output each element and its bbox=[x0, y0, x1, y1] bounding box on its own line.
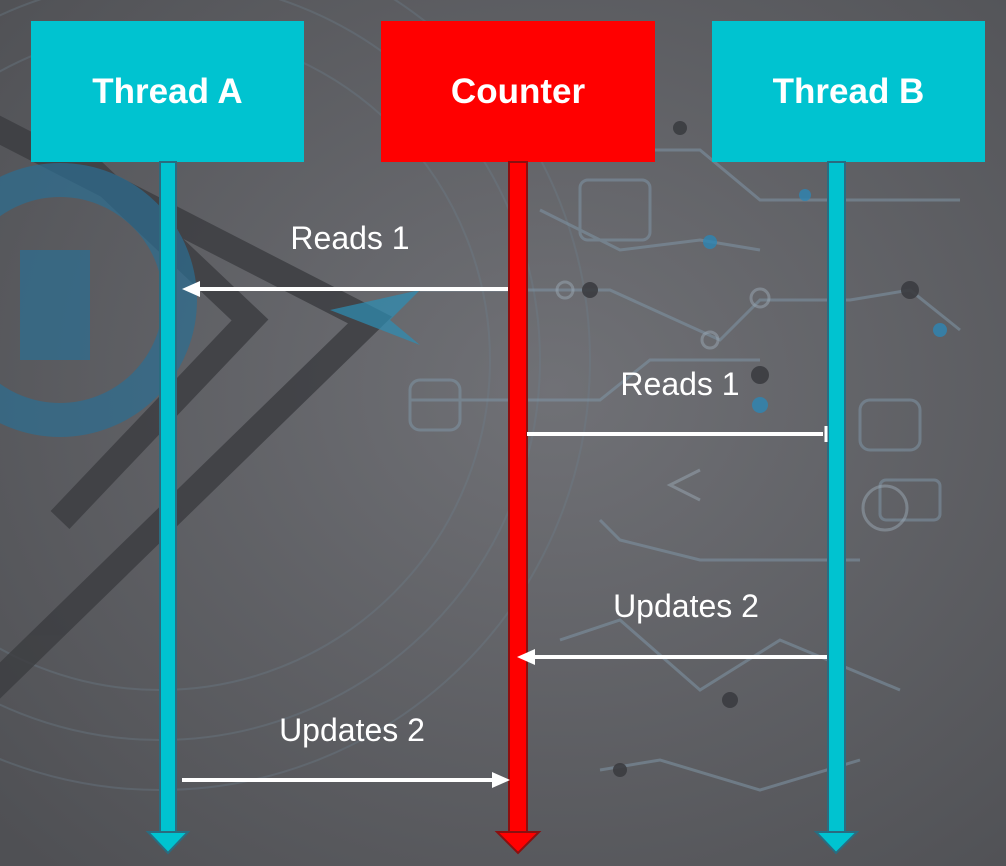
message-arrow-reads-to-thread-a bbox=[182, 281, 508, 297]
thread-b-lifeline-arrowhead bbox=[813, 831, 860, 855]
message-label-reads-to-thread-b: Reads 1 bbox=[620, 366, 740, 402]
thread-a-lifeline bbox=[145, 161, 191, 855]
counter-lifeline-arrowhead bbox=[494, 831, 542, 855]
thread-b-header-label: Thread B bbox=[772, 71, 925, 111]
thread-a-header-label: Thread A bbox=[92, 71, 243, 111]
message-arrow-reads-to-thread-b bbox=[527, 426, 828, 442]
sequence-diagram: Thread A Counter Thread B Reads 1 Reads … bbox=[0, 0, 1006, 866]
message-label-reads-to-thread-a: Reads 1 bbox=[290, 220, 410, 256]
thread-b-lifeline bbox=[813, 161, 860, 855]
message-arrow-updates-from-thread-b bbox=[517, 649, 827, 665]
counter-lifeline bbox=[494, 161, 542, 855]
counter-header-label: Counter bbox=[450, 71, 586, 111]
thread-a-lifeline-arrowhead bbox=[145, 831, 191, 855]
message-label-updates-from-thread-a: Updates 2 bbox=[279, 712, 425, 748]
message-label-updates-from-thread-b: Updates 2 bbox=[613, 588, 759, 624]
message-arrow-updates-from-thread-a bbox=[182, 772, 510, 788]
